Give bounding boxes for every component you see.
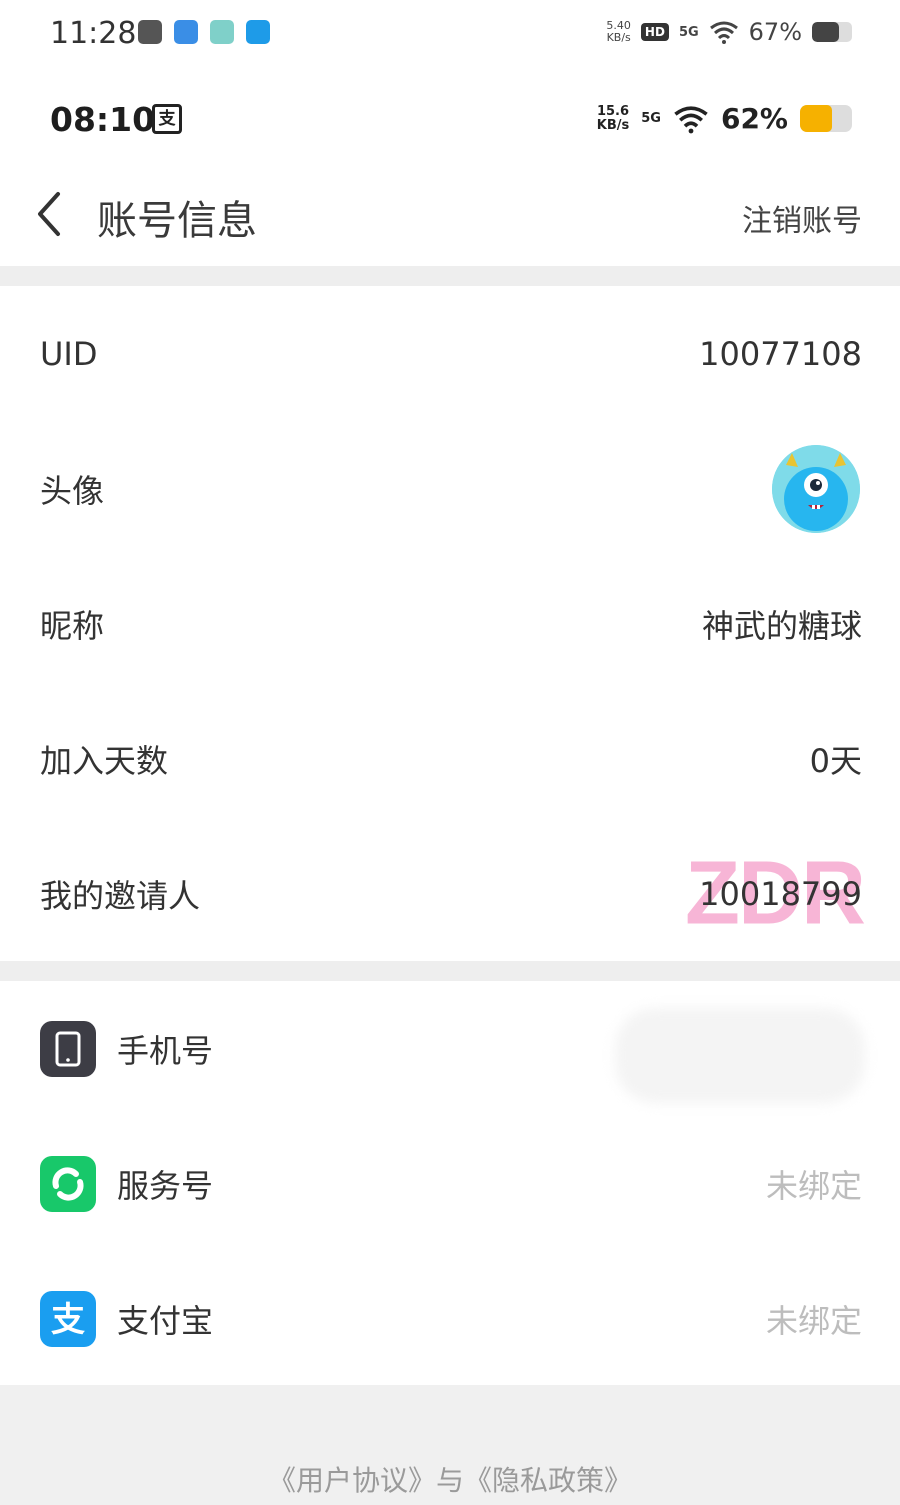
service-account-icon [40, 1155, 96, 1212]
nickname-label: 昵称 [40, 606, 105, 645]
network-speed: 5.40 KB/s [606, 19, 631, 44]
app-notification-icon [210, 20, 234, 44]
section-divider [0, 266, 900, 286]
joined-days-label: 加入天数 [40, 741, 169, 780]
monster-avatar-icon [772, 444, 860, 533]
service-account-row[interactable]: 服务号 未绑定 [0, 1116, 900, 1251]
nickname-value: 神武的糖球 [701, 606, 862, 645]
section-divider [0, 961, 900, 981]
status-bar-outer: 11:28 5.40 KB/s HD 5G 67% [0, 0, 900, 72]
battery-icon [800, 105, 852, 132]
footer: 《用户协议》与《隐私政策》 [0, 1385, 900, 1505]
page-header: 账号信息 注销账号 [0, 162, 900, 266]
inviter-label: 我的邀请人 [40, 876, 201, 915]
page-title: 账号信息 [97, 198, 257, 244]
uid-value: 10077108 [699, 334, 862, 373]
phone-label: 手机号 [117, 1031, 214, 1070]
avatar-row[interactable]: 头像 [0, 421, 900, 556]
avatar[interactable] [772, 444, 860, 533]
uid-label: UID [40, 334, 98, 373]
alipay-label: 支付宝 [117, 1301, 214, 1340]
notification-icons [138, 20, 270, 44]
service-account-label: 服务号 [117, 1166, 214, 1205]
service-account-status: 未绑定 [765, 1166, 862, 1205]
inviter-row: 我的邀请人 ZDR 10018799 [0, 826, 900, 961]
nickname-row[interactable]: 昵称 神武的糖球 [0, 556, 900, 691]
mobile-operator-icon [174, 20, 198, 44]
status-time: 11:28 [50, 16, 137, 51]
avatar-label: 头像 [40, 471, 105, 510]
status-indicators: 15.6 KB/s 5G 62% [597, 102, 852, 135]
network-speed: 15.6 KB/s [596, 103, 630, 133]
redacted-phone-number [615, 1008, 865, 1103]
alipay-status: 未绑定 [765, 1301, 862, 1340]
joined-days-row: 加入天数 0天 [0, 691, 900, 826]
hd-icon: HD [640, 23, 669, 41]
signal-icon: 5G [678, 24, 699, 40]
alipay-notification-icon: 支 [152, 104, 182, 134]
svg-text:支: 支 [51, 1300, 85, 1340]
browser-icon [246, 20, 270, 44]
uid-row: UID 10077108 [0, 286, 900, 421]
wifi-icon [674, 105, 708, 133]
alipay-icon: 支 [40, 1290, 96, 1347]
signal-icon: 5G [641, 111, 661, 126]
inviter-value: 10018799 [699, 874, 862, 913]
agreement-links[interactable]: 《用户协议》与《隐私政策》 [0, 1459, 900, 1499]
battery-percent: 67% [748, 18, 802, 46]
joined-days-value: 0天 [809, 741, 862, 780]
battery-percent: 62% [720, 102, 788, 135]
status-time: 08:10 [50, 100, 156, 139]
alipay-row[interactable]: 支 支付宝 未绑定 [0, 1251, 900, 1386]
status-indicators: 5.40 KB/s HD 5G 67% [606, 18, 852, 46]
app-notification-icon [138, 20, 162, 44]
phone-icon [40, 1020, 96, 1077]
wifi-icon [709, 21, 738, 44]
back-arrow-icon[interactable] [30, 190, 70, 238]
battery-icon [812, 22, 852, 42]
deactivate-account-button[interactable]: 注销账号 [742, 196, 862, 240]
status-bar-inner: 08:10 支 15.6 KB/s 5G 62% [0, 72, 900, 162]
